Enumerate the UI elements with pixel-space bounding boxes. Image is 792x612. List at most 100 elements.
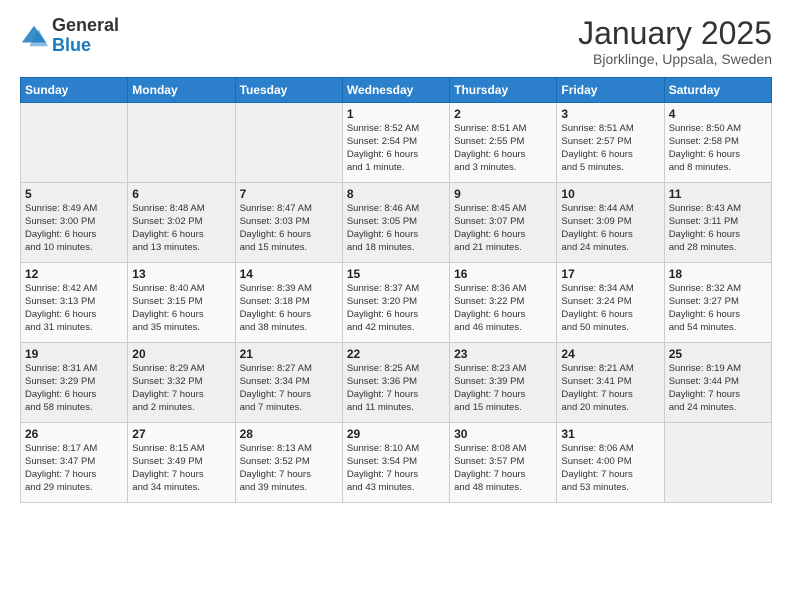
day-number: 6 [132, 187, 230, 201]
cell-4-3: 21 Sunrise: 8:27 AMSunset: 3:34 PMDayligh… [235, 343, 342, 423]
day-info: Sunrise: 8:29 AMSunset: 3:32 PMDaylight:… [132, 363, 230, 414]
col-saturday: Saturday [664, 78, 771, 103]
day-info: Sunrise: 8:52 AMSunset: 2:54 PMDaylight:… [347, 123, 445, 174]
day-number: 26 [25, 427, 123, 441]
day-number: 14 [240, 267, 338, 281]
col-wednesday: Wednesday [342, 78, 449, 103]
day-number: 12 [25, 267, 123, 281]
cell-1-2 [128, 103, 235, 183]
day-info: Sunrise: 8:40 AMSunset: 3:15 PMDaylight:… [132, 283, 230, 334]
day-info: Sunrise: 8:10 AMSunset: 3:54 PMDaylight:… [347, 443, 445, 494]
cell-5-4: 29 Sunrise: 8:10 AMSunset: 3:54 PMDayligh… [342, 423, 449, 503]
cell-2-3: 7 Sunrise: 8:47 AMSunset: 3:03 PMDaylight… [235, 183, 342, 263]
day-number: 8 [347, 187, 445, 201]
cell-3-1: 12 Sunrise: 8:42 AMSunset: 3:13 PMDayligh… [21, 263, 128, 343]
col-monday: Monday [128, 78, 235, 103]
cell-4-7: 25Sunrise: 8:19 AMSunset: 3:44 PMDayligh… [664, 343, 771, 423]
day-number: 16 [454, 267, 552, 281]
cell-1-7: 4 Sunrise: 8:50 AMSunset: 2:58 PMDaylight… [664, 103, 771, 183]
cell-1-1 [21, 103, 128, 183]
day-info: Sunrise: 8:31 AMSunset: 3:29 PMDaylight:… [25, 363, 123, 414]
day-info: Sunrise: 8:48 AMSunset: 3:02 PMDaylight:… [132, 203, 230, 254]
week-row-5: 26Sunrise: 8:17 AMSunset: 3:47 PMDayligh… [21, 423, 772, 503]
calendar-header: Sunday Monday Tuesday Wednesday Thursday… [21, 78, 772, 103]
day-number: 29 [347, 427, 445, 441]
logo: General Blue [20, 16, 119, 56]
cell-1-6: 3Sunrise: 8:51 AMSunset: 2:57 PMDaylight… [557, 103, 664, 183]
logo-general-text: General [52, 16, 119, 36]
logo-icon [20, 22, 48, 50]
day-info: Sunrise: 8:25 AMSunset: 3:36 PMDaylight:… [347, 363, 445, 414]
calendar-body: 1 Sunrise: 8:52 AMSunset: 2:54 PMDaylight… [21, 103, 772, 503]
day-number: 28 [240, 427, 338, 441]
calendar-subtitle: Bjorklinge, Uppsala, Sweden [578, 51, 772, 67]
day-number: 21 [240, 347, 338, 361]
day-info: Sunrise: 8:15 AMSunset: 3:49 PMDaylight:… [132, 443, 230, 494]
cell-1-4: 1 Sunrise: 8:52 AMSunset: 2:54 PMDaylight… [342, 103, 449, 183]
day-number: 17 [561, 267, 659, 281]
day-number: 30 [454, 427, 552, 441]
day-number: 25 [669, 347, 767, 361]
cell-5-2: 27 Sunrise: 8:15 AMSunset: 3:49 PMDayligh… [128, 423, 235, 503]
cell-3-6: 17 Sunrise: 8:34 AMSunset: 3:24 PMDayligh… [557, 263, 664, 343]
cell-5-1: 26Sunrise: 8:17 AMSunset: 3:47 PMDayligh… [21, 423, 128, 503]
cell-4-2: 20 Sunrise: 8:29 AMSunset: 3:32 PMDayligh… [128, 343, 235, 423]
day-number: 24 [561, 347, 659, 361]
cell-2-4: 8Sunrise: 8:46 AMSunset: 3:05 PMDaylight… [342, 183, 449, 263]
day-number: 20 [132, 347, 230, 361]
cell-3-4: 15Sunrise: 8:37 AMSunset: 3:20 PMDayligh… [342, 263, 449, 343]
calendar-title: January 2025 [578, 16, 772, 51]
cell-2-2: 6 Sunrise: 8:48 AMSunset: 3:02 PMDaylight… [128, 183, 235, 263]
week-row-3: 12 Sunrise: 8:42 AMSunset: 3:13 PMDayligh… [21, 263, 772, 343]
day-info: Sunrise: 8:34 AMSunset: 3:24 PMDaylight:… [561, 283, 659, 334]
cell-4-6: 24Sunrise: 8:21 AMSunset: 3:41 PMDayligh… [557, 343, 664, 423]
cell-2-7: 11 Sunrise: 8:43 AMSunset: 3:11 PMDayligh… [664, 183, 771, 263]
day-info: Sunrise: 8:49 AMSunset: 3:00 PMDaylight:… [25, 203, 123, 254]
cell-3-7: 18Sunrise: 8:32 AMSunset: 3:27 PMDayligh… [664, 263, 771, 343]
cell-5-6: 31Sunrise: 8:06 AMSunset: 4:00 PMDayligh… [557, 423, 664, 503]
day-info: Sunrise: 8:32 AMSunset: 3:27 PMDaylight:… [669, 283, 767, 334]
day-number: 10 [561, 187, 659, 201]
day-info: Sunrise: 8:43 AMSunset: 3:11 PMDaylight:… [669, 203, 767, 254]
day-info: Sunrise: 8:51 AMSunset: 2:57 PMDaylight:… [561, 123, 659, 174]
day-info: Sunrise: 8:08 AMSunset: 3:57 PMDaylight:… [454, 443, 552, 494]
day-number: 11 [669, 187, 767, 201]
cell-3-3: 14 Sunrise: 8:39 AMSunset: 3:18 PMDayligh… [235, 263, 342, 343]
day-info: Sunrise: 8:42 AMSunset: 3:13 PMDaylight:… [25, 283, 123, 334]
day-number: 1 [347, 107, 445, 121]
cell-3-2: 13 Sunrise: 8:40 AMSunset: 3:15 PMDayligh… [128, 263, 235, 343]
week-row-1: 1 Sunrise: 8:52 AMSunset: 2:54 PMDaylight… [21, 103, 772, 183]
col-tuesday: Tuesday [235, 78, 342, 103]
cell-3-5: 16 Sunrise: 8:36 AMSunset: 3:22 PMDayligh… [450, 263, 557, 343]
day-number: 4 [669, 107, 767, 121]
day-info: Sunrise: 8:06 AMSunset: 4:00 PMDaylight:… [561, 443, 659, 494]
calendar-page: General Blue January 2025 Bjorklinge, Up… [0, 0, 792, 612]
col-sunday: Sunday [21, 78, 128, 103]
day-info: Sunrise: 8:36 AMSunset: 3:22 PMDaylight:… [454, 283, 552, 334]
cell-1-5: 2Sunrise: 8:51 AMSunset: 2:55 PMDaylight… [450, 103, 557, 183]
week-row-4: 19 Sunrise: 8:31 AMSunset: 3:29 PMDayligh… [21, 343, 772, 423]
day-info: Sunrise: 8:27 AMSunset: 3:34 PMDaylight:… [240, 363, 338, 414]
day-info: Sunrise: 8:47 AMSunset: 3:03 PMDaylight:… [240, 203, 338, 254]
day-info: Sunrise: 8:50 AMSunset: 2:58 PMDaylight:… [669, 123, 767, 174]
title-block: January 2025 Bjorklinge, Uppsala, Sweden [578, 16, 772, 67]
day-info: Sunrise: 8:39 AMSunset: 3:18 PMDaylight:… [240, 283, 338, 334]
day-number: 22 [347, 347, 445, 361]
week-row-2: 5 Sunrise: 8:49 AMSunset: 3:00 PMDaylight… [21, 183, 772, 263]
day-info: Sunrise: 8:45 AMSunset: 3:07 PMDaylight:… [454, 203, 552, 254]
calendar-table: Sunday Monday Tuesday Wednesday Thursday… [20, 77, 772, 503]
cell-5-3: 28 Sunrise: 8:13 AMSunset: 3:52 PMDayligh… [235, 423, 342, 503]
day-number: 7 [240, 187, 338, 201]
day-number: 5 [25, 187, 123, 201]
day-number: 2 [454, 107, 552, 121]
day-info: Sunrise: 8:13 AMSunset: 3:52 PMDaylight:… [240, 443, 338, 494]
header: General Blue January 2025 Bjorklinge, Up… [20, 16, 772, 67]
cell-4-5: 23Sunrise: 8:23 AMSunset: 3:39 PMDayligh… [450, 343, 557, 423]
day-info: Sunrise: 8:37 AMSunset: 3:20 PMDaylight:… [347, 283, 445, 334]
day-number: 13 [132, 267, 230, 281]
day-number: 27 [132, 427, 230, 441]
logo-blue-text: Blue [52, 36, 119, 56]
day-number: 9 [454, 187, 552, 201]
col-friday: Friday [557, 78, 664, 103]
day-number: 19 [25, 347, 123, 361]
